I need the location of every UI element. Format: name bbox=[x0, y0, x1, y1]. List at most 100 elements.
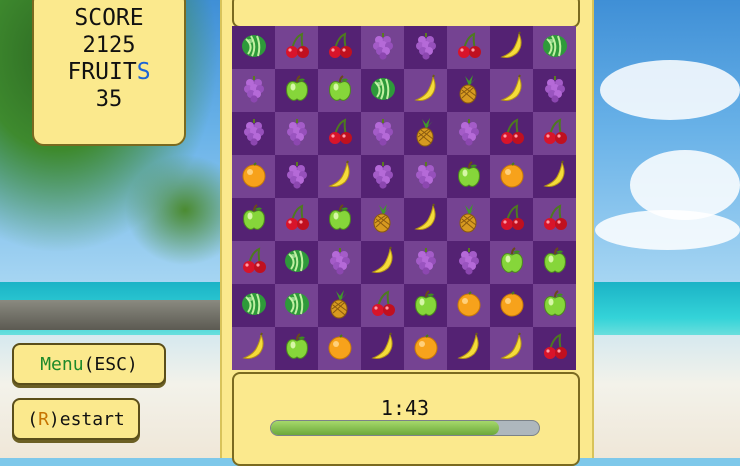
board-cell[interactable] bbox=[275, 26, 318, 69]
board-cell[interactable] bbox=[318, 26, 361, 69]
board-cell[interactable] bbox=[533, 155, 576, 198]
board-cell[interactable] bbox=[490, 241, 533, 284]
fruit-board[interactable] bbox=[232, 26, 576, 370]
board-cell[interactable] bbox=[490, 26, 533, 69]
board-cell[interactable] bbox=[447, 241, 490, 284]
board-cell[interactable] bbox=[447, 155, 490, 198]
banana-icon bbox=[454, 332, 484, 366]
pineapple-icon bbox=[325, 289, 355, 323]
board-cell[interactable] bbox=[275, 198, 318, 241]
board-cell[interactable] bbox=[232, 26, 275, 69]
board-cell[interactable] bbox=[533, 241, 576, 284]
watermelon-icon bbox=[239, 31, 269, 65]
board-cell[interactable] bbox=[318, 69, 361, 112]
board-cell[interactable] bbox=[447, 284, 490, 327]
restart-button[interactable]: (R)estart bbox=[12, 398, 140, 440]
board-cell[interactable] bbox=[533, 327, 576, 370]
board-cell[interactable] bbox=[447, 198, 490, 241]
banana-icon bbox=[368, 332, 398, 366]
board-cell[interactable] bbox=[275, 284, 318, 327]
score-panel: SCORE 2125 FRUITS 35 bbox=[32, 0, 186, 146]
board-cell[interactable] bbox=[361, 69, 404, 112]
orange-icon bbox=[454, 289, 484, 323]
board-cell[interactable] bbox=[447, 69, 490, 112]
board-cell[interactable] bbox=[232, 69, 275, 112]
cherry-icon bbox=[540, 203, 570, 237]
watermelon-icon bbox=[368, 74, 398, 108]
apple-icon bbox=[325, 74, 355, 108]
board-cell[interactable] bbox=[490, 155, 533, 198]
watermelon-icon bbox=[282, 246, 312, 280]
board-cell[interactable] bbox=[232, 112, 275, 155]
board-cell[interactable] bbox=[404, 241, 447, 284]
orange-icon bbox=[497, 160, 527, 194]
board-cell[interactable] bbox=[275, 112, 318, 155]
board-cell[interactable] bbox=[318, 284, 361, 327]
menu-button[interactable]: Menu (ESC) bbox=[12, 343, 166, 385]
board-cell[interactable] bbox=[275, 241, 318, 284]
time-progress-fill bbox=[271, 421, 499, 435]
board-cell[interactable] bbox=[318, 155, 361, 198]
board-cell[interactable] bbox=[533, 198, 576, 241]
grape-icon bbox=[325, 246, 355, 280]
board-cell[interactable] bbox=[447, 26, 490, 69]
board-cell[interactable] bbox=[404, 327, 447, 370]
board-cell[interactable] bbox=[318, 198, 361, 241]
grape-icon bbox=[239, 117, 269, 151]
board-cell[interactable] bbox=[361, 284, 404, 327]
board-cell[interactable] bbox=[533, 284, 576, 327]
board-cell[interactable] bbox=[404, 155, 447, 198]
board-cell[interactable] bbox=[361, 198, 404, 241]
board-cell[interactable] bbox=[533, 112, 576, 155]
board-cell[interactable] bbox=[361, 155, 404, 198]
board-cell[interactable] bbox=[232, 284, 275, 327]
banana-icon bbox=[325, 160, 355, 194]
board-cell[interactable] bbox=[404, 284, 447, 327]
cherry-icon bbox=[282, 31, 312, 65]
board-cell[interactable] bbox=[361, 241, 404, 284]
timer-text: 1:43 bbox=[380, 396, 430, 420]
cherry-icon bbox=[540, 117, 570, 151]
cherry-icon bbox=[325, 31, 355, 65]
board-cell[interactable] bbox=[490, 69, 533, 112]
grape-icon bbox=[454, 117, 484, 151]
apple-icon bbox=[454, 160, 484, 194]
board-cell[interactable] bbox=[447, 327, 490, 370]
board-cell[interactable] bbox=[533, 69, 576, 112]
board-cell[interactable] bbox=[318, 241, 361, 284]
orange-icon bbox=[239, 160, 269, 194]
board-cell[interactable] bbox=[404, 26, 447, 69]
board-cell[interactable] bbox=[404, 198, 447, 241]
board-cell[interactable] bbox=[275, 69, 318, 112]
apple-icon bbox=[411, 289, 441, 323]
board-cell[interactable] bbox=[232, 327, 275, 370]
cloud bbox=[600, 60, 740, 120]
board-cell[interactable] bbox=[404, 112, 447, 155]
board-cell[interactable] bbox=[490, 327, 533, 370]
board-cell[interactable] bbox=[232, 198, 275, 241]
apple-icon bbox=[282, 332, 312, 366]
board-cell[interactable] bbox=[490, 284, 533, 327]
board-cell[interactable] bbox=[232, 155, 275, 198]
board-cell[interactable] bbox=[447, 112, 490, 155]
board-cell[interactable] bbox=[404, 69, 447, 112]
board-cell[interactable] bbox=[490, 198, 533, 241]
board-cell[interactable] bbox=[361, 327, 404, 370]
grape-icon bbox=[411, 246, 441, 280]
board-cell[interactable] bbox=[232, 241, 275, 284]
board-cell[interactable] bbox=[318, 112, 361, 155]
cherry-icon bbox=[239, 246, 269, 280]
cherry-icon bbox=[497, 117, 527, 151]
board-cell[interactable] bbox=[361, 112, 404, 155]
board-cell[interactable] bbox=[318, 327, 361, 370]
board-cell[interactable] bbox=[275, 155, 318, 198]
board-cell[interactable] bbox=[533, 26, 576, 69]
board-cell[interactable] bbox=[275, 327, 318, 370]
grape-icon bbox=[368, 31, 398, 65]
score-value: 2125 bbox=[82, 33, 136, 58]
board-cell[interactable] bbox=[490, 112, 533, 155]
grape-icon bbox=[454, 246, 484, 280]
apple-icon bbox=[282, 74, 312, 108]
grape-icon bbox=[411, 160, 441, 194]
board-cell[interactable] bbox=[361, 26, 404, 69]
